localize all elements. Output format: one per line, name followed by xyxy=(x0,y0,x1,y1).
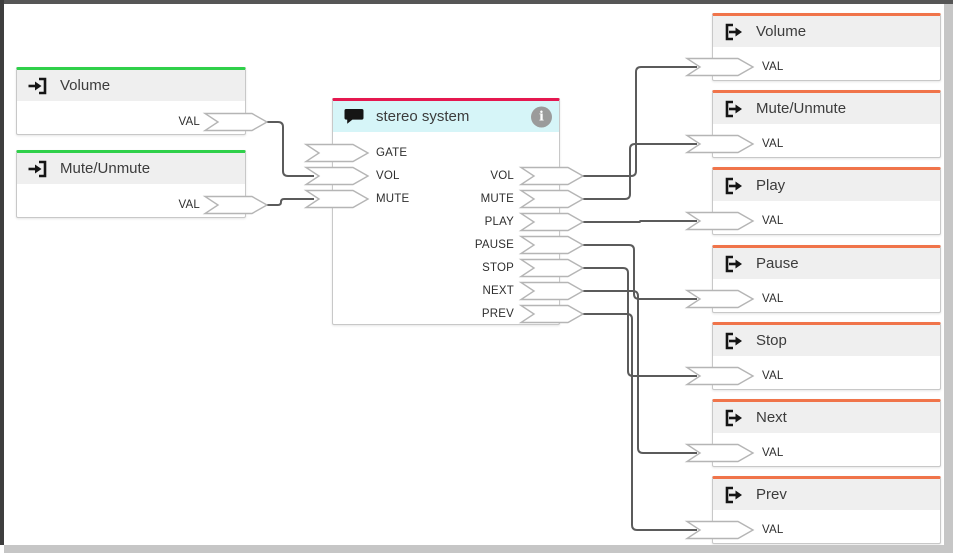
node-header: Mute/Unmute xyxy=(713,93,940,124)
wire-device-stereo-system-to-output-play[interactable] xyxy=(580,221,697,222)
node-title: Mute/Unmute xyxy=(756,100,846,117)
vertical-scrollbar[interactable] xyxy=(944,4,953,553)
port-input-mute-device-stereo-system[interactable] xyxy=(306,191,368,208)
node-header: Play xyxy=(713,170,940,201)
node-title: Stop xyxy=(756,332,787,349)
node-title: Mute/Unmute xyxy=(60,160,150,177)
node-header: Mute/Unmute xyxy=(17,153,245,184)
sign-in-icon xyxy=(27,76,49,96)
port-input-gate-device-stereo-system[interactable] xyxy=(306,145,368,162)
sign-out-icon xyxy=(723,254,745,274)
node-header: Volume xyxy=(713,16,940,47)
node-header: Pause xyxy=(713,248,940,279)
node-title: Play xyxy=(756,177,785,194)
sign-out-icon xyxy=(723,176,745,196)
sign-out-icon xyxy=(723,22,745,42)
sign-out-icon xyxy=(723,408,745,428)
node-title: stereo system xyxy=(376,108,469,125)
horizontal-scrollbar[interactable] xyxy=(4,545,944,553)
frame-left-border xyxy=(0,0,4,545)
wire-device-stereo-system-to-output-volume[interactable] xyxy=(580,67,697,176)
sign-out-icon xyxy=(723,485,745,505)
node-title: Prev xyxy=(756,486,787,503)
frame-top-border xyxy=(0,0,953,4)
wire-input-mute-unmute-to-device-stereo-system[interactable] xyxy=(267,199,314,205)
chat-icon xyxy=(343,107,365,127)
flow-editor-canvas: Volume Mute/Unmute stereo system i Volume Mut… xyxy=(0,0,953,553)
node-input-volume[interactable]: Volume xyxy=(16,67,246,135)
node-header: Stop xyxy=(713,325,940,356)
node-header: Next xyxy=(713,402,940,433)
wire-device-stereo-system-to-output-mute-unmute[interactable] xyxy=(580,144,697,199)
node-device-stereo-system[interactable]: stereo system i xyxy=(332,98,560,325)
sign-out-icon xyxy=(723,331,745,351)
node-header: stereo system i xyxy=(333,101,559,132)
node-header: Prev xyxy=(713,479,940,510)
node-title: Volume xyxy=(60,77,110,94)
wire-device-stereo-system-to-output-next[interactable] xyxy=(580,291,697,453)
node-header: Volume xyxy=(17,70,245,101)
info-icon[interactable]: i xyxy=(531,106,552,127)
port-input-vol-device-stereo-system[interactable] xyxy=(306,168,368,185)
node-title: Next xyxy=(756,409,787,426)
sign-out-icon xyxy=(723,99,745,119)
node-input-mute-unmute[interactable]: Mute/Unmute xyxy=(16,150,246,218)
node-title: Pause xyxy=(756,255,799,272)
node-title: Volume xyxy=(756,23,806,40)
sign-in-icon xyxy=(27,159,49,179)
